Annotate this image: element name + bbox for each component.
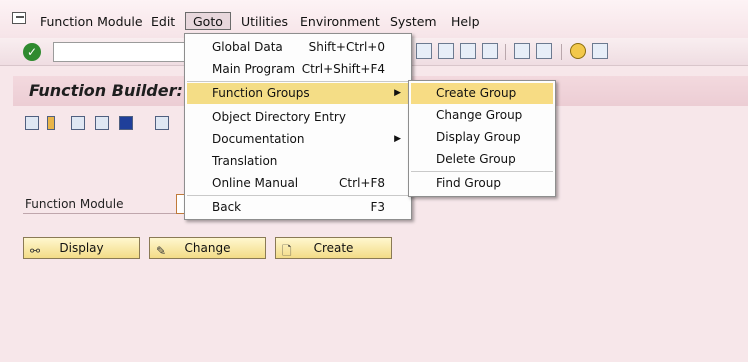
menu-item-global-data[interactable]: Global Data Shift+Ctrl+0 bbox=[187, 37, 409, 58]
glasses-icon: ⚯ bbox=[30, 244, 41, 258]
menu-function-module[interactable]: Function Module bbox=[40, 13, 143, 31]
menu-item-label: Create Group bbox=[436, 86, 517, 100]
next-page-icon[interactable] bbox=[460, 43, 476, 59]
change-button-label: Change bbox=[184, 241, 231, 255]
display-button-label: Display bbox=[59, 241, 104, 255]
where-used-icon[interactable] bbox=[71, 116, 85, 130]
submenu-arrow-icon: ▶ bbox=[394, 88, 401, 98]
menu-item-label: Delete Group bbox=[436, 152, 516, 166]
label-underline bbox=[23, 213, 183, 214]
page-title: Function Builder: bbox=[29, 81, 183, 100]
menu-edit[interactable]: Edit bbox=[151, 13, 175, 31]
menu-item-label: Global Data bbox=[212, 40, 283, 54]
menu-goto[interactable]: Goto bbox=[185, 12, 231, 30]
menu-utilities[interactable]: Utilities bbox=[241, 13, 288, 31]
menu-item-main-program[interactable]: Main Program Ctrl+Shift+F4 bbox=[187, 59, 409, 80]
hierarchy-icon[interactable] bbox=[25, 116, 39, 130]
last-page-icon[interactable] bbox=[482, 43, 498, 59]
menu-environment[interactable]: Environment bbox=[300, 13, 380, 31]
menu-item-find-group[interactable]: Find Group bbox=[411, 173, 553, 194]
shortcut-icon[interactable] bbox=[536, 43, 552, 59]
info-icon[interactable] bbox=[119, 116, 133, 130]
goto-menu: Global Data Shift+Ctrl+0 Main Program Ct… bbox=[184, 33, 412, 220]
first-page-icon[interactable] bbox=[416, 43, 432, 59]
submenu-arrow-icon: ▶ bbox=[394, 134, 401, 144]
menu-item-display-group[interactable]: Display Group bbox=[411, 127, 553, 148]
menu-item-label: Online Manual bbox=[212, 176, 299, 190]
help-icon[interactable] bbox=[570, 43, 586, 59]
menu-item-label: Find Group bbox=[436, 176, 501, 190]
menu-item-label: Function Groups bbox=[212, 86, 310, 100]
menu-item-shortcut: F3 bbox=[370, 200, 385, 214]
menu-item-online-manual[interactable]: Online Manual Ctrl+F8 bbox=[187, 173, 409, 194]
new-session-icon[interactable] bbox=[514, 43, 530, 59]
menu-item-label: Change Group bbox=[436, 108, 523, 122]
menu-item-label: Object Directory Entry bbox=[212, 110, 346, 124]
delete-icon[interactable] bbox=[155, 116, 169, 130]
layout-menu-icon[interactable] bbox=[592, 43, 608, 59]
navigate-icon[interactable] bbox=[95, 116, 109, 130]
menu-item-translation[interactable]: Translation bbox=[187, 151, 409, 172]
new-document-icon: 🗋 bbox=[282, 244, 292, 258]
menu-item-delete-group[interactable]: Delete Group bbox=[411, 149, 553, 170]
menu-item-function-groups[interactable]: Function Groups ▶ bbox=[187, 83, 409, 104]
menu-item-back[interactable]: Back F3 bbox=[187, 197, 409, 218]
menu-help[interactable]: Help bbox=[451, 13, 480, 31]
change-button[interactable]: ✎ Change bbox=[149, 237, 266, 259]
menu-item-label: Main Program bbox=[212, 62, 296, 76]
menu-item-label: Translation bbox=[212, 154, 278, 168]
menu-item-label: Display Group bbox=[436, 130, 521, 144]
menu-item-change-group[interactable]: Change Group bbox=[411, 105, 553, 126]
command-field[interactable] bbox=[53, 42, 185, 62]
menu-item-create-group[interactable]: Create Group bbox=[411, 83, 553, 104]
create-button-label: Create bbox=[313, 241, 354, 255]
function-module-label: Function Module bbox=[25, 197, 124, 211]
menu-item-shortcut: Ctrl+Shift+F4 bbox=[301, 62, 385, 76]
create-button[interactable]: 🗋 Create bbox=[275, 237, 392, 259]
pencil-icon[interactable] bbox=[47, 116, 55, 130]
previous-page-icon[interactable] bbox=[438, 43, 454, 59]
toolbar-separator bbox=[505, 44, 506, 60]
enter-check-icon[interactable]: ✓ bbox=[23, 43, 41, 61]
toolbar-separator bbox=[561, 44, 562, 60]
menu-separator bbox=[187, 195, 409, 196]
menu-item-object-directory-entry[interactable]: Object Directory Entry bbox=[187, 107, 409, 128]
menu-separator bbox=[187, 81, 409, 82]
menu-item-label: Documentation bbox=[212, 132, 305, 146]
menu-item-documentation[interactable]: Documentation ▶ bbox=[187, 129, 409, 150]
menu-item-shortcut: Ctrl+F8 bbox=[339, 176, 385, 190]
menu-separator bbox=[411, 171, 553, 172]
menu-item-shortcut: Shift+Ctrl+0 bbox=[308, 40, 385, 54]
function-groups-submenu: Create Group Change Group Display Group … bbox=[408, 80, 556, 197]
menu-system[interactable]: System bbox=[390, 13, 437, 31]
menu-item-label: Back bbox=[212, 200, 242, 214]
pencil-icon: ✎ bbox=[156, 244, 167, 258]
system-menu-icon[interactable] bbox=[12, 12, 26, 24]
display-button[interactable]: ⚯ Display bbox=[23, 237, 140, 259]
